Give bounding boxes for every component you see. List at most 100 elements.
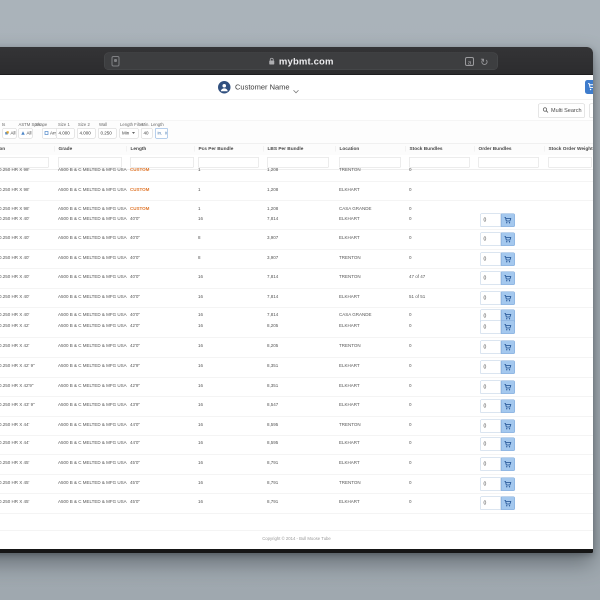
stock-bundles-cell: 0 xyxy=(409,255,412,260)
table-row: 4.000 X 4.000 X 0.250 HR X 40'A500 B & C… xyxy=(0,254,593,265)
header-cart-button[interactable] xyxy=(585,80,593,94)
caret-down-icon xyxy=(132,132,135,134)
user-circle-icon[interactable] xyxy=(218,81,231,94)
add-to-cart-button[interactable] xyxy=(501,361,515,375)
cart-icon xyxy=(504,256,512,263)
order-bundles-control: 0 xyxy=(480,438,515,452)
length-cell: 42'9" xyxy=(130,363,140,368)
location-cell: ELKHART xyxy=(339,460,360,465)
col-stock-order-weight[interactable]: Stock Order Weight xyxy=(544,146,593,152)
order-bundles-control: 0 xyxy=(480,381,515,395)
badge-a-icon[interactable]: a xyxy=(465,57,474,66)
order-qty-input[interactable]: 0 xyxy=(480,400,501,414)
length-cell: CUSTOM xyxy=(130,167,149,172)
row-separator xyxy=(0,288,593,289)
stock-bundles-cell: 0 xyxy=(409,422,412,427)
add-to-cart-button[interactable] xyxy=(501,438,515,452)
length-filter-dropdown[interactable]: Min xyxy=(120,128,139,139)
size2-input[interactable]: 4.000 xyxy=(77,128,96,139)
col-description[interactable]: Description xyxy=(0,146,5,152)
order-qty-input[interactable]: 0 xyxy=(480,272,501,286)
order-qty-input[interactable]: 0 xyxy=(480,497,501,511)
filter-select-1[interactable]: All xyxy=(3,128,17,139)
filter-select-shape[interactable]: Any xyxy=(42,128,57,139)
location-cell: TRENTON xyxy=(339,422,361,427)
add-to-cart-button[interactable] xyxy=(501,321,515,335)
order-qty-input[interactable]: 0 xyxy=(480,438,501,452)
add-to-cart-button[interactable] xyxy=(501,272,515,286)
col-location[interactable]: Location xyxy=(335,146,359,152)
grade-cell: A500 B & C MELTED & MFG USA xyxy=(58,216,127,221)
col-length[interactable]: Length xyxy=(126,146,146,152)
add-to-cart-button[interactable] xyxy=(501,341,515,355)
refresh-icon[interactable]: ↻ xyxy=(480,57,488,68)
toolbar: Multi Search Clear Filters xyxy=(0,100,593,121)
length-cell: CUSTOM xyxy=(130,187,149,192)
add-to-cart-button[interactable] xyxy=(501,478,515,492)
add-to-cart-button[interactable] xyxy=(501,400,515,414)
add-to-cart-button[interactable] xyxy=(501,292,515,306)
cart-icon xyxy=(504,313,512,320)
length-cell: 45'0" xyxy=(130,499,140,504)
location-cell: TRENTON xyxy=(339,255,361,260)
wall-input[interactable]: 0.250 xyxy=(98,128,117,139)
add-to-cart-button[interactable] xyxy=(501,214,515,228)
row-separator xyxy=(0,269,593,270)
lbs-per-bundle-cell: 8,547 xyxy=(267,402,278,407)
stock-bundles-cell: 0 xyxy=(409,187,412,192)
col-stock-bundles[interactable]: Stock Bundles xyxy=(405,146,443,152)
stepper-arrows-icon: ⇕ xyxy=(164,129,167,139)
col-order-bundles[interactable]: Order Bundles xyxy=(474,146,512,152)
stock-bundles-cell: 0 xyxy=(409,383,412,388)
table-body: 4.000 X 4.000 X 0.250 HR X 98' A500 B & C… xyxy=(0,170,593,520)
customer-name-menu[interactable]: Customer Name xyxy=(235,83,290,92)
clear-filters-button[interactable]: Clear Filters xyxy=(589,104,593,119)
grade-cell: A500 B & C MELTED & MFG USA xyxy=(58,499,127,504)
filter-label: Size 2 xyxy=(78,122,90,127)
multi-search-button[interactable]: Multi Search xyxy=(538,104,585,119)
add-to-cart-button[interactable] xyxy=(501,233,515,247)
add-to-cart-button[interactable] xyxy=(501,458,515,472)
add-to-cart-button[interactable] xyxy=(501,420,515,434)
chevron-down-icon[interactable] xyxy=(293,87,299,96)
pcs-per-bundle-cell: 16 xyxy=(198,216,203,221)
pcs-per-bundle-cell: 16 xyxy=(198,274,203,279)
address-bar[interactable]: mybmt.com a↻ xyxy=(104,53,498,71)
col-pcs-per-bundle[interactable]: Pcs Per Bundle xyxy=(194,146,233,152)
length-cell: 44'0" xyxy=(130,440,140,445)
grade-cell: A500 B & C MELTED & MFG USA xyxy=(58,294,127,299)
order-qty-input[interactable]: 0 xyxy=(480,341,501,355)
lbs-per-bundle-cell: 8,791 xyxy=(267,499,278,504)
filter-select-astm[interactable]: All xyxy=(19,128,33,139)
grade-cell: A500 B & C MELTED & MFG USA xyxy=(58,255,127,260)
order-qty-input[interactable]: 0 xyxy=(480,458,501,472)
table-header: Description Grade Length Pcs Per Bundle … xyxy=(0,144,593,155)
min-length-unit-stepper[interactable]: in.⇕ xyxy=(155,128,168,139)
stock-bundles-cell: 47 of 47 xyxy=(409,274,425,279)
order-qty-input[interactable]: 0 xyxy=(480,361,501,375)
stock-bundles-cell: 0 xyxy=(409,480,412,485)
order-qty-input[interactable]: 0 xyxy=(480,478,501,492)
pcs-per-bundle-cell: 16 xyxy=(198,460,203,465)
location-cell: ELKHART xyxy=(339,323,360,328)
cart-icon xyxy=(504,217,512,224)
description-cell: 4.000 X 4.000 X 0.250 HR X 98' xyxy=(0,187,29,192)
cart-icon xyxy=(504,384,512,391)
table-row: 4.000 X 4.000 X 0.250 HR X 42'9"A500 B &… xyxy=(0,382,593,393)
add-to-cart-button[interactable] xyxy=(501,381,515,395)
order-qty-input[interactable]: 0 xyxy=(480,253,501,267)
order-qty-input[interactable]: 0 xyxy=(480,321,501,335)
length-cell: 42'0" xyxy=(130,323,140,328)
size1-input[interactable]: 4.000 xyxy=(56,128,75,139)
stock-bundles-cell: 0 xyxy=(409,235,412,240)
min-length-input[interactable]: 40 xyxy=(141,128,153,139)
order-qty-input[interactable]: 0 xyxy=(480,420,501,434)
add-to-cart-button[interactable] xyxy=(501,497,515,511)
col-lbs-per-bundle[interactable]: LBS Per Bundle xyxy=(263,146,303,152)
add-to-cart-button[interactable] xyxy=(501,253,515,267)
order-qty-input[interactable]: 0 xyxy=(480,292,501,306)
col-grade[interactable]: Grade xyxy=(54,146,72,152)
order-qty-input[interactable]: 0 xyxy=(480,233,501,247)
order-qty-input[interactable]: 0 xyxy=(480,214,501,228)
order-qty-input[interactable]: 0 xyxy=(480,381,501,395)
